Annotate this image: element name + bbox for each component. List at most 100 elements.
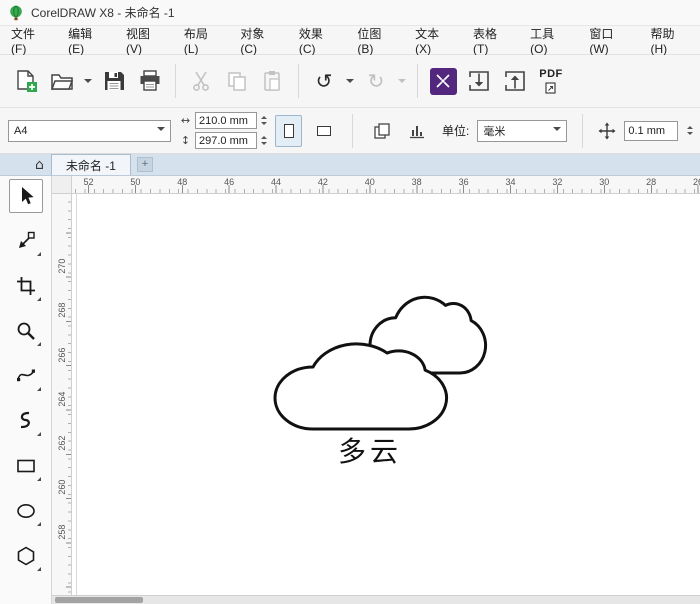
import-icon [467,69,491,93]
zoom-tool-icon [16,321,36,341]
crop-tool-icon [16,276,36,296]
landscape-icon [317,126,331,136]
print-button[interactable] [132,60,168,102]
new-document-icon [14,69,38,93]
chevron-down-icon [84,79,92,87]
zoom-tool[interactable] [9,314,43,348]
units-label: 单位: [442,122,469,139]
open-dropdown-button[interactable] [80,60,96,102]
nudge-stepper[interactable] [687,126,693,135]
menu-item[interactable]: 编辑(E) [59,26,117,54]
launcher-button[interactable] [425,60,461,102]
undo-dropdown-button[interactable] [342,60,358,102]
current-page-button[interactable] [403,115,430,147]
nudge-offset-input[interactable] [624,121,678,141]
redo-button[interactable]: ↻ [358,60,394,102]
cut-button[interactable] [183,60,219,102]
page-dimensions-group: ↔ ↕ [179,112,267,149]
drawing-layer[interactable] [72,194,700,604]
new-document-button[interactable] [8,60,44,102]
rectangle-tool[interactable] [9,449,43,483]
height-stepper[interactable] [261,136,267,145]
export-button[interactable] [497,60,533,102]
ruler-number: 46 [206,177,253,187]
ellipse-tool-icon [16,501,36,521]
step-down-icon[interactable] [687,132,693,135]
publish-pdf-button[interactable]: PDF [533,60,569,102]
document-tab-label: 未命名 -1 [66,157,116,174]
step-down-icon[interactable] [261,142,267,145]
menu-item[interactable]: 帮助(H) [641,26,700,54]
portrait-icon [284,124,294,138]
open-folder-icon [50,69,74,93]
menu-item[interactable]: 对象(C) [231,26,290,54]
artistic-media-tool[interactable] [9,404,43,438]
page-size-select[interactable]: A4 [8,120,171,142]
ruler-number: 26 [675,177,700,187]
import-button[interactable] [461,60,497,102]
polygon-tool[interactable] [9,539,43,573]
pick-tool[interactable] [9,179,43,213]
freehand-tool[interactable] [9,359,43,393]
portrait-button[interactable] [275,115,302,147]
undo-button[interactable]: ↺ [306,60,342,102]
menu-item[interactable]: 表格(T) [464,26,521,54]
units-value: 毫米 [483,123,505,139]
shape-tool-icon [16,231,36,251]
landscape-button[interactable] [310,115,337,147]
page-height-row: ↕ [179,132,267,149]
page-width-row: ↔ [179,112,267,129]
page-height-input[interactable] [195,132,257,149]
menu-item[interactable]: 工具(O) [521,26,580,54]
save-floppy-icon [103,70,125,92]
ruler-number: 48 [159,177,206,187]
scrollbar-thumb[interactable] [55,597,143,603]
paste-button[interactable] [255,60,291,102]
menu-item[interactable]: 效果(C) [290,26,349,54]
pdf-label: PDF [539,69,563,80]
document-tab-active[interactable]: 未命名 -1 [51,154,131,175]
save-button[interactable] [96,60,132,102]
menu-item[interactable]: 文件(F) [2,26,59,54]
open-button[interactable] [44,60,80,102]
width-stepper[interactable] [261,116,267,125]
vertical-ruler[interactable]: 270268266264262260258 [52,194,72,604]
horizontal-scrollbar[interactable] [52,595,700,604]
polygon-tool-icon [16,546,36,566]
cut-scissors-icon [190,70,212,92]
rectangle-tool-icon [16,456,36,476]
units-select[interactable]: 毫米 [477,120,567,142]
horizontal-ruler-row: 5250484644424038363432302826 [52,176,700,194]
new-document-tab-button[interactable]: + [137,157,153,172]
horizontal-ruler[interactable]: 5250484644424038363432302826 [72,176,700,194]
home-icon[interactable]: ⌂ [28,155,51,175]
launcher-icon [430,68,457,95]
ruler-number: 40 [346,177,393,187]
menu-item[interactable]: 窗口(W) [580,26,641,54]
coreldraw-window: CorelDRAW X8 - 未命名 -1 文件(F) 编辑(E) 视图(V) … [0,0,700,604]
step-down-icon[interactable] [261,122,267,125]
window-title: CorelDRAW X8 - 未命名 -1 [31,4,175,21]
shape-tool[interactable] [9,224,43,258]
caption-text-object[interactable]: 多云 [308,430,432,470]
ruler-number: 32 [534,177,581,187]
menu-item[interactable]: 文本(X) [406,26,464,54]
redo-dropdown-button[interactable] [394,60,410,102]
step-up-icon[interactable] [261,116,267,119]
step-up-icon[interactable] [687,126,693,129]
chevron-down-icon [398,79,406,87]
step-up-icon[interactable] [261,136,267,139]
menu-item[interactable]: 布局(L) [175,26,232,54]
crop-tool[interactable] [9,269,43,303]
copy-icon [226,70,248,92]
property-bar: A4 ↔ ↕ [0,108,700,154]
page-width-input[interactable] [195,112,257,129]
all-pages-button[interactable] [368,115,395,147]
menu-item[interactable]: 位图(B) [348,26,406,54]
drawing-page[interactable]: 多云 [72,194,700,604]
menu-item[interactable]: 视图(V) [117,26,175,54]
standard-toolbar: ↺ ↻ [0,55,700,108]
ellipse-tool[interactable] [9,494,43,528]
ruler-number: 36 [440,177,487,187]
copy-button[interactable] [219,60,255,102]
